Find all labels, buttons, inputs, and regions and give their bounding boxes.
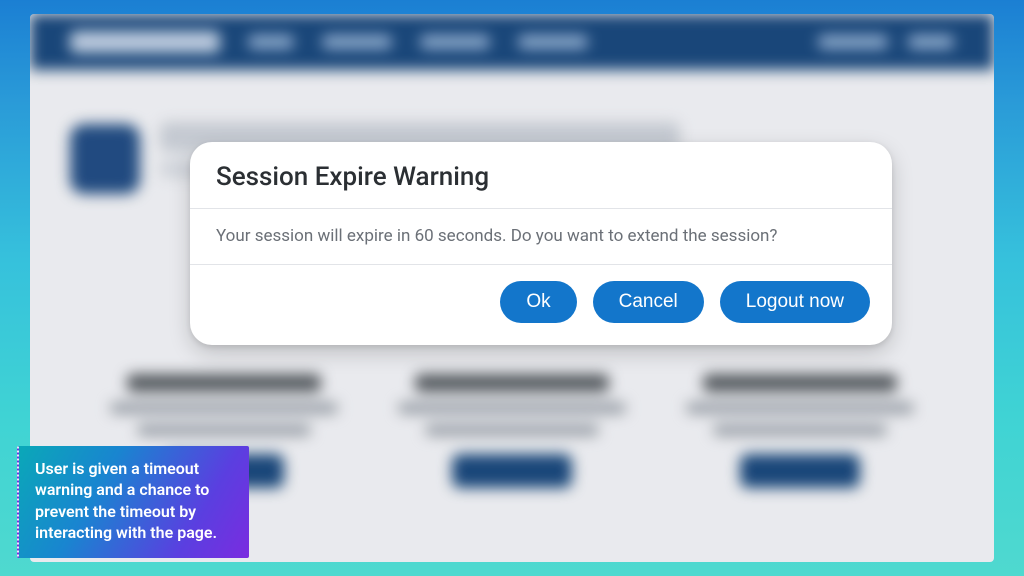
dialog-body: Your session will expire in 60 seconds. … — [190, 208, 892, 265]
nav-item-right — [908, 35, 954, 49]
hero-icon — [70, 124, 140, 194]
caption-panel: User is given a timeout warning and a ch… — [17, 446, 249, 558]
dialog-message: Your session will expire in 60 seconds. … — [216, 225, 866, 248]
logout-now-button[interactable]: Logout now — [720, 281, 870, 323]
dialog-title: Session Expire Warning — [216, 162, 866, 192]
card — [676, 374, 924, 488]
dialog-footer: Ok Cancel Logout now — [190, 265, 892, 345]
ok-button[interactable]: Ok — [500, 281, 576, 323]
card — [388, 374, 636, 488]
session-expire-dialog: Session Expire Warning Your session will… — [190, 142, 892, 345]
nav-item — [248, 35, 294, 49]
caption-text: User is given a timeout warning and a ch… — [35, 459, 217, 543]
slide-stage: Session Expire Warning Your session will… — [0, 0, 1024, 576]
dialog-header: Session Expire Warning — [190, 142, 892, 208]
app-logo — [70, 31, 220, 53]
app-topbar — [30, 14, 994, 70]
nav-item — [518, 35, 588, 49]
cancel-button[interactable]: Cancel — [593, 281, 704, 323]
nav-item-right — [818, 35, 888, 49]
nav-item — [322, 35, 392, 49]
nav-item — [420, 35, 490, 49]
